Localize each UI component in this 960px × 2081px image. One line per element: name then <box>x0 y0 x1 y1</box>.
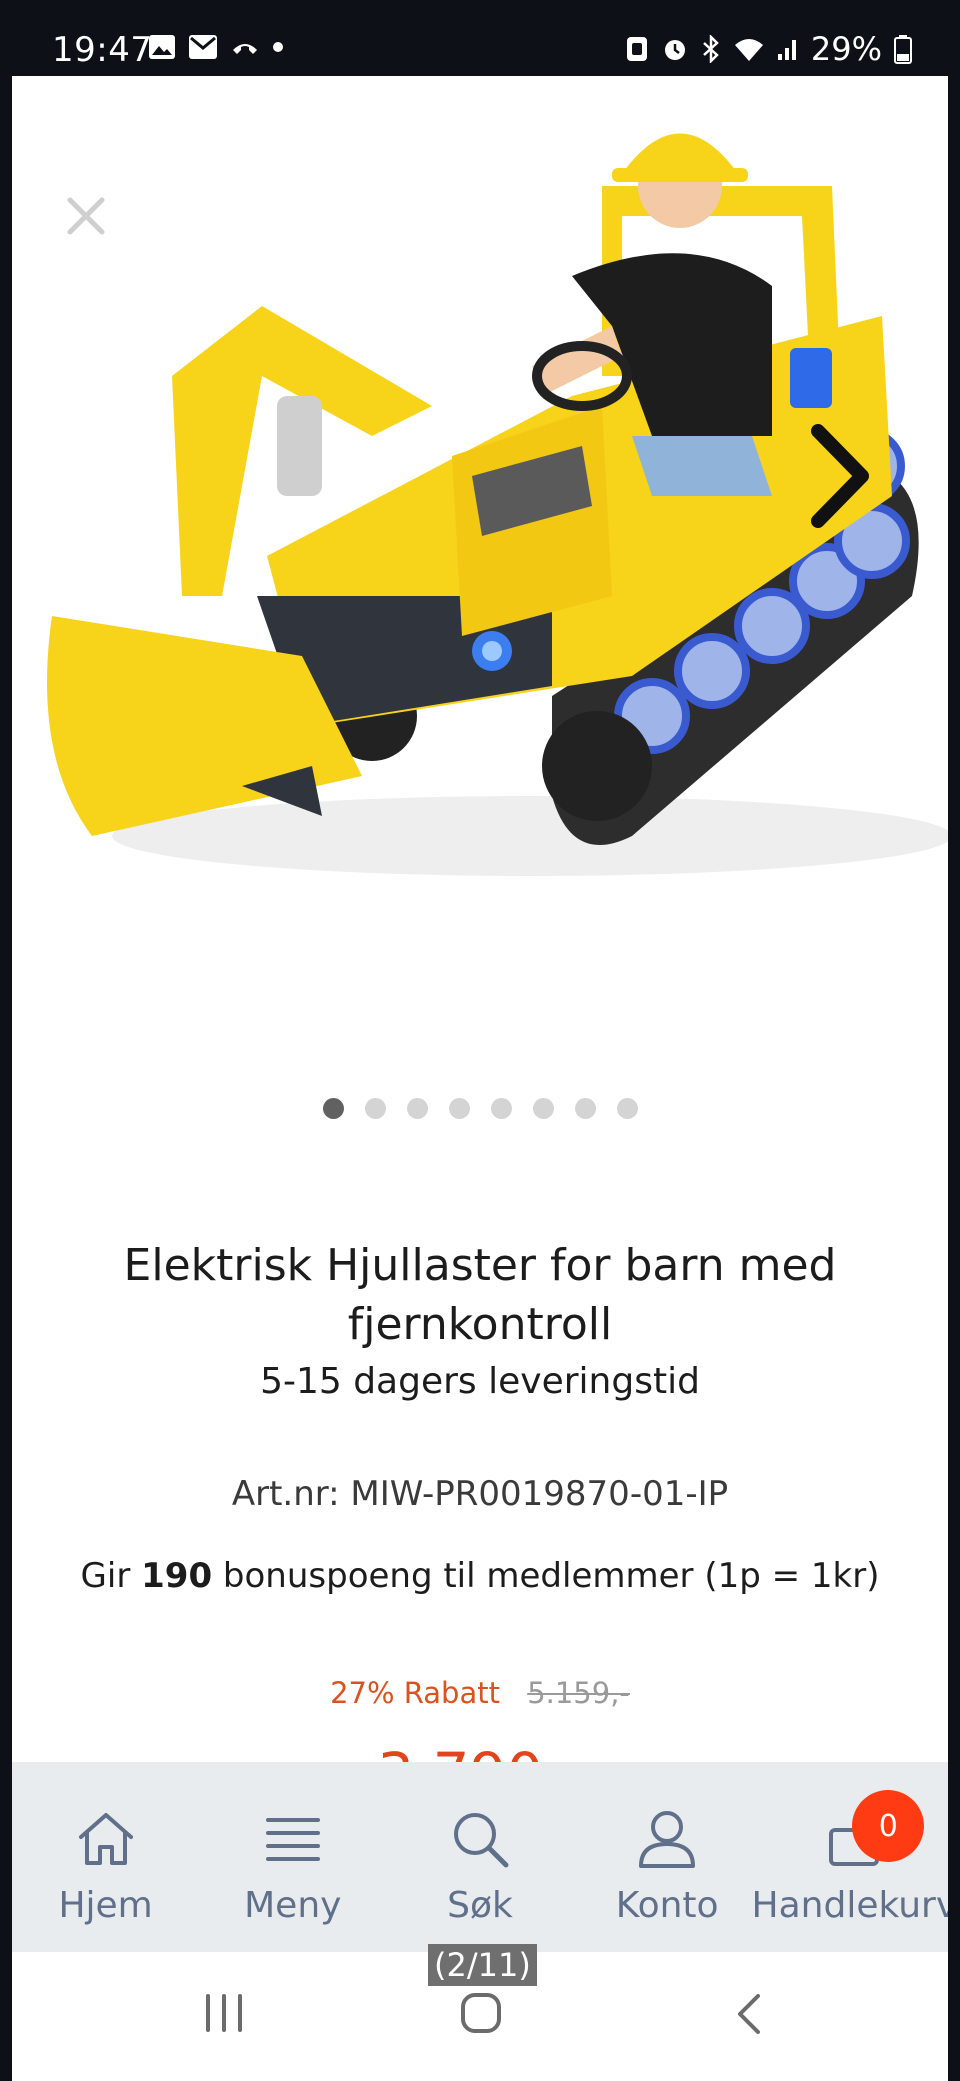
bonus-prefix: Gir <box>80 1556 142 1596</box>
status-time: 19:47 <box>52 30 153 70</box>
home-icon <box>78 1813 133 1865</box>
discount-badge: 27% Rabatt <box>330 1676 500 1710</box>
status-notification-icons <box>148 34 284 60</box>
user-icon <box>639 1811 696 1868</box>
article-number: Art.nr: MIW-PR0019870-01-IP <box>231 1474 729 1514</box>
bluetooth-icon <box>703 35 719 63</box>
recent-apps-icon <box>206 1994 242 2032</box>
signal-icon <box>777 40 796 60</box>
product-page: Elektrisk Hjullaster for barn med fjernk… <box>12 76 948 1762</box>
carousel-dots <box>12 1098 948 1119</box>
carousel-dot-8[interactable] <box>616 1098 638 1119</box>
nav-item-search[interactable]: Søk <box>390 1762 570 1926</box>
bonus-points: 190 <box>141 1556 213 1596</box>
back-icon <box>738 1994 760 2034</box>
nav-label-search: Søk <box>447 1885 513 1926</box>
status-system-icons: 29% <box>625 30 912 68</box>
carousel-dot-7[interactable] <box>574 1098 596 1119</box>
product-image[interactable] <box>12 76 948 996</box>
mail-notification-icon <box>189 35 217 59</box>
bonus-suffix: bonuspoeng til medlemmer (1p = 1kr) <box>212 1556 880 1596</box>
nav-item-menu[interactable]: Meny <box>203 1762 383 1926</box>
nav-label-home: Hjem <box>58 1885 153 1926</box>
home-circle-icon <box>461 1993 501 2033</box>
recent-apps-button[interactable] <box>202 1992 246 2039</box>
carousel-dot-2[interactable] <box>364 1098 386 1119</box>
back-button[interactable] <box>734 1992 764 2041</box>
old-price: 5.159,- <box>527 1676 630 1710</box>
carousel-dot-5[interactable] <box>490 1098 512 1119</box>
battery-icon <box>894 35 912 64</box>
cart-count-badge: 0 <box>852 1790 925 1862</box>
nfc-icon <box>626 37 647 61</box>
nav-label-menu: Meny <box>244 1885 342 1926</box>
wifi-icon <box>734 39 763 61</box>
bonus-points-text: Gir 190 bonuspoeng til medlemmer (1p = 1… <box>12 1556 948 1596</box>
product-info: Elektrisk Hjullaster for barn med fjernk… <box>12 1156 948 1762</box>
nav-item-cart[interactable]: 0 Handlekurv <box>752 1762 948 1926</box>
status-bar: 19:47 29% <box>0 0 960 76</box>
dot-notification-icon <box>273 42 283 52</box>
carousel-dot-1[interactable] <box>322 1098 344 1119</box>
discount-row: 27% Rabatt 5.159,- <box>12 1676 948 1710</box>
nav-label-cart: Handlekurv <box>751 1885 948 1926</box>
delivery-time: 5-15 dagers leveringstid <box>260 1361 700 1402</box>
carousel-dot-3[interactable] <box>406 1098 428 1119</box>
menu-icon <box>265 1818 320 1861</box>
carousel-dot-6[interactable] <box>532 1098 554 1119</box>
next-image-button[interactable] <box>804 421 874 531</box>
search-icon <box>453 1813 509 1868</box>
product-title: Elektrisk Hjullaster for barn med fjernk… <box>123 1240 837 1350</box>
image-notification-icon <box>149 35 175 59</box>
image-counter: (2/11) <box>428 1944 537 1986</box>
chevron-right-icon <box>811 424 869 528</box>
nav-item-home[interactable]: Hjem <box>16 1762 196 1926</box>
alarm-icon <box>664 40 685 60</box>
price: 3.790,- <box>12 1740 948 1762</box>
nav-item-account[interactable]: Konto <box>577 1762 757 1926</box>
close-button[interactable] <box>56 186 116 246</box>
bottom-navigation: Hjem Meny Søk Konto 0 Handlekurv <box>12 1762 948 1952</box>
carousel-dot-4[interactable] <box>448 1098 470 1119</box>
close-icon <box>67 197 105 235</box>
nav-label-account: Konto <box>615 1885 719 1926</box>
battery-percentage: 29% <box>810 30 882 68</box>
missed-call-icon <box>233 44 257 54</box>
home-system-button[interactable] <box>460 1992 502 2039</box>
